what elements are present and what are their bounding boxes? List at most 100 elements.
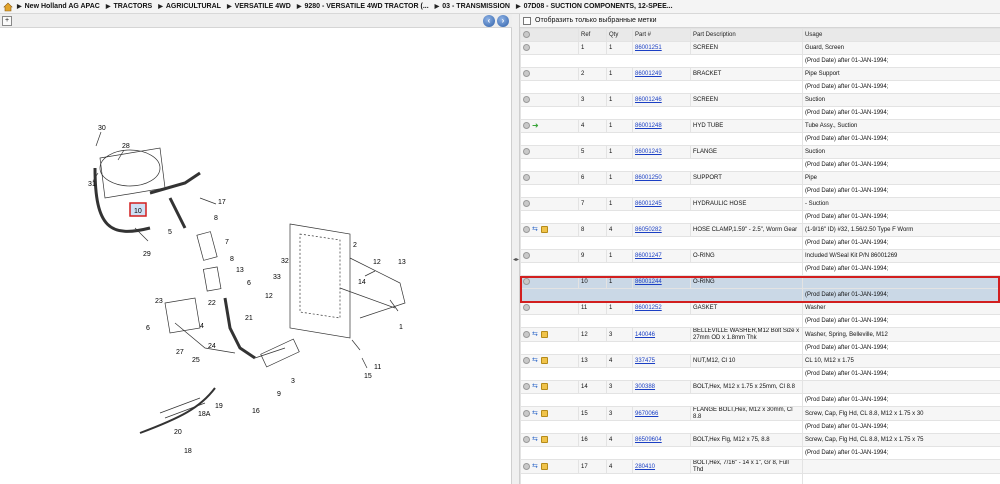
substitute-icon[interactable]: ⇆ xyxy=(532,463,539,470)
header-ref[interactable]: Ref xyxy=(578,28,607,42)
part-number-link[interactable]: 280410 xyxy=(635,464,655,470)
add-to-cart-icon[interactable] xyxy=(523,462,530,470)
cell-part-number[interactable]: 280410 xyxy=(632,459,691,474)
table-row[interactable]: ⇆ 15 3 9670066 FLANGE BOLT,Hex, M12 x 30mm, … xyxy=(520,406,1000,421)
kit-box-icon[interactable] xyxy=(541,409,548,417)
diagram-callout[interactable]: 29 xyxy=(143,251,151,258)
cell-part-number[interactable]: 86001248 xyxy=(632,119,691,133)
table-row[interactable]: ➜ 4 1 86001248 HYD TUBE Tube Assy., Suction xyxy=(520,119,1000,133)
diagram-callout[interactable]: 6 xyxy=(247,280,251,287)
part-number-link[interactable]: 86001250 xyxy=(635,175,662,181)
kit-box-icon[interactable] xyxy=(541,330,548,338)
diagram-callout[interactable]: 6 xyxy=(146,325,150,332)
diagram-callout[interactable]: 31 xyxy=(88,181,96,188)
part-number-link[interactable]: 86001247 xyxy=(635,253,662,259)
diagram-callout[interactable]: 16 xyxy=(252,408,260,415)
add-to-cart-icon[interactable] xyxy=(523,174,530,182)
cell-part-number[interactable]: 86001252 xyxy=(632,301,691,315)
diagram-callout[interactable]: 12 xyxy=(373,259,381,266)
diagram-callout[interactable]: 24 xyxy=(208,343,216,350)
add-to-cart-icon[interactable] xyxy=(523,44,530,52)
table-row[interactable]: 5 1 86001243 FLANGE Suction xyxy=(520,145,1000,159)
diagram-callout[interactable]: 8 xyxy=(230,256,234,263)
diagram-callout[interactable]: 12 xyxy=(265,293,273,300)
header-part-number[interactable]: Part # xyxy=(632,28,691,42)
table-row[interactable]: ⇆ 17 4 280410 BOLT,Hex, 7/16" - 14 x 1", Gr … xyxy=(520,459,1000,474)
green-arrow-icon[interactable]: ➜ xyxy=(532,122,540,130)
diagram-callout[interactable]: 30 xyxy=(98,125,106,132)
part-number-link[interactable]: 86001243 xyxy=(635,149,662,155)
diagram-callout[interactable]: 11 xyxy=(374,364,381,371)
part-number-link[interactable]: 337475 xyxy=(635,358,655,364)
diagram-callout[interactable]: 20 xyxy=(174,429,182,436)
cart-icon[interactable] xyxy=(523,31,530,39)
exploded-parts-diagram[interactable]: 30 28 31 10 17 8 5 29 7 8 13 6 4 32 33 2 12 13 14 1 23 22 21 12… xyxy=(0,28,512,484)
cell-part-number[interactable]: 86001244 xyxy=(632,275,691,289)
add-to-cart-icon[interactable] xyxy=(523,148,530,156)
add-to-cart-icon[interactable] xyxy=(523,200,530,208)
table-row[interactable]: 11 1 86001252 GASKET Washer xyxy=(520,301,1000,315)
next-page-button[interactable]: › xyxy=(497,15,509,27)
cell-part-number[interactable]: 337475 xyxy=(632,354,691,368)
add-to-cart-icon[interactable] xyxy=(523,70,530,78)
part-number-link[interactable]: 9670066 xyxy=(635,411,658,417)
diagram-callout[interactable]: 5 xyxy=(168,229,172,236)
cell-part-number[interactable]: 140046 xyxy=(632,327,691,342)
breadcrumb-item[interactable]: ▶ 07D08 - SUCTION COMPONENTS, 12-SPEE... xyxy=(516,3,673,10)
show-selected-only-checkbox[interactable] xyxy=(523,16,531,25)
part-number-link[interactable]: 86001248 xyxy=(635,123,662,129)
diagram-callout[interactable]: 28 xyxy=(122,143,130,150)
add-to-cart-icon[interactable] xyxy=(523,96,530,104)
kit-box-icon[interactable] xyxy=(541,436,548,444)
part-number-link[interactable]: 300388 xyxy=(635,384,655,390)
breadcrumb-item[interactable]: ▶ AGRICULTURAL xyxy=(158,3,221,10)
pane-splitter[interactable]: ◂▸ xyxy=(512,14,520,484)
diagram-callout[interactable]: 1 xyxy=(399,324,403,331)
header-part-description[interactable]: Part Description xyxy=(690,28,803,42)
kit-box-icon[interactable] xyxy=(541,462,548,470)
add-to-cart-icon[interactable] xyxy=(523,226,530,234)
diagram-callout[interactable]: 9 xyxy=(277,391,281,398)
add-to-cart-icon[interactable] xyxy=(523,357,530,365)
table-row[interactable]: ⇆ 16 4 86509604 BOLT,Hex Flg, M12 x 75, 8.8 S… xyxy=(520,433,1000,447)
cell-part-number[interactable]: 86001249 xyxy=(632,67,691,81)
cell-part-number[interactable]: 86001247 xyxy=(632,249,691,263)
breadcrumb-item[interactable]: ▶ New Holland AG APAC xyxy=(17,3,100,10)
cell-part-number[interactable]: 86509604 xyxy=(632,433,691,447)
kit-box-icon[interactable] xyxy=(541,383,548,391)
diagram-callout[interactable]: 23 xyxy=(155,298,163,305)
add-to-cart-icon[interactable] xyxy=(523,409,530,417)
diagram-callout[interactable]: 10 xyxy=(134,208,142,215)
substitute-icon[interactable]: ⇆ xyxy=(532,436,539,443)
diagram-callout[interactable]: 14 xyxy=(358,279,366,286)
substitute-icon[interactable]: ⇆ xyxy=(532,383,539,390)
table-row[interactable]: 2 1 86001249 BRACKET Pipe Support xyxy=(520,67,1000,81)
part-number-link[interactable]: 140046 xyxy=(635,332,655,338)
breadcrumb-item[interactable]: ▶ 9280 - VERSATILE 4WD TRACTOR (... xyxy=(297,3,429,10)
cell-part-number[interactable]: 86001250 xyxy=(632,171,691,185)
header-qty[interactable]: Qty xyxy=(606,28,633,42)
substitute-icon[interactable]: ⇆ xyxy=(532,410,539,417)
part-number-link[interactable]: 86509604 xyxy=(635,437,662,443)
table-row[interactable]: ⇆ 8 4 86050282 HOSE CLAMP,1.59" - 2.5", Worm… xyxy=(520,223,1000,237)
part-number-link[interactable]: 86001252 xyxy=(635,305,662,311)
cell-part-number[interactable]: 86001243 xyxy=(632,145,691,159)
table-row[interactable]: ⇆ 12 3 140046 BELLEVILLE WASHER,M12 Bolt Siz… xyxy=(520,327,1000,342)
add-to-cart-icon[interactable] xyxy=(523,122,530,130)
breadcrumb-item[interactable]: ▶ 03 - TRANSMISSION xyxy=(435,3,510,10)
cell-part-number[interactable]: 86050282 xyxy=(632,223,691,237)
diagram-callout[interactable]: 13 xyxy=(398,259,406,266)
diagram-callout[interactable]: 15 xyxy=(364,373,372,380)
splitter-handle-icon[interactable]: ◂▸ xyxy=(513,254,519,266)
cell-part-number[interactable]: 86001246 xyxy=(632,93,691,107)
add-to-cart-icon[interactable] xyxy=(523,436,530,444)
add-to-cart-icon[interactable] xyxy=(523,304,530,312)
kit-box-icon[interactable] xyxy=(541,226,548,234)
cell-part-number[interactable]: 300388 xyxy=(632,380,691,394)
add-to-cart-icon[interactable] xyxy=(523,330,530,338)
diagram-callout[interactable]: 32 xyxy=(281,258,289,265)
kit-box-icon[interactable] xyxy=(541,357,548,365)
diagram-callout[interactable]: 7 xyxy=(225,239,229,246)
header-usage[interactable]: Usage xyxy=(802,28,1000,42)
diagram-callout[interactable]: 17 xyxy=(218,199,226,206)
